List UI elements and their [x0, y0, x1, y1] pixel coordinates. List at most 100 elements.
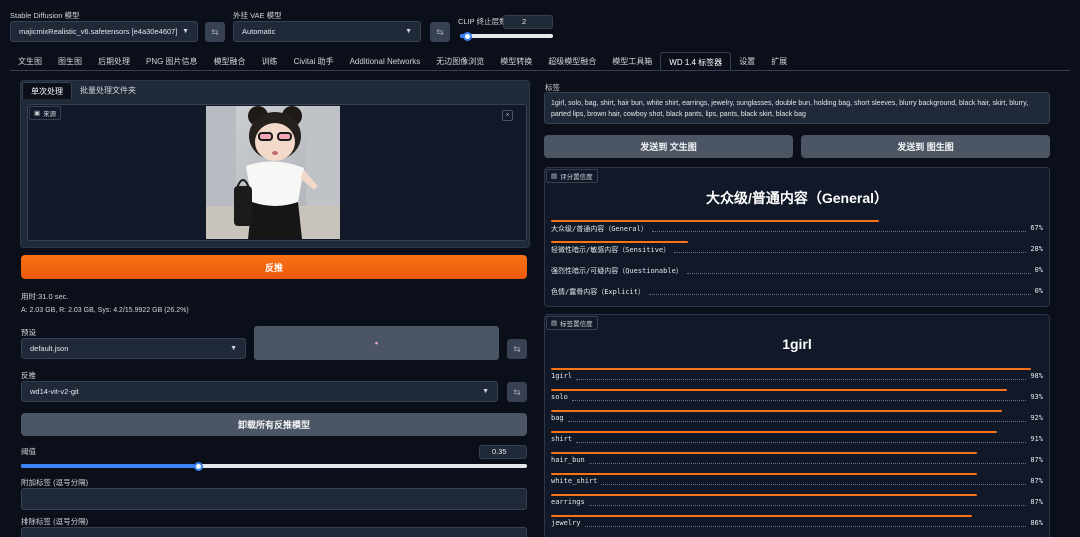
interrogator-value: wd14-vit-v2-git	[30, 387, 79, 396]
source-image	[206, 106, 340, 239]
save-preset-button[interactable]: ▪	[254, 326, 499, 360]
exclude-tags-input[interactable]	[21, 527, 527, 537]
rating-percent: 0%	[1034, 266, 1043, 274]
tag-name: jewelry	[551, 519, 581, 527]
tag-leader	[601, 484, 1026, 485]
threshold-slider-thumb[interactable]	[193, 461, 203, 471]
tag-name: solo	[551, 393, 568, 401]
tag-confidence-bar	[551, 368, 1032, 370]
tag-leader	[568, 421, 1026, 422]
refresh-preset-button[interactable]: ⇆	[507, 339, 527, 359]
tag-percent: 87%	[1030, 456, 1043, 464]
clip-input[interactable]: 2	[503, 15, 553, 29]
tab-0[interactable]: 文生图	[10, 52, 50, 71]
rating-row: 轻微性暗示/敏感内容（Sensitive） 28%	[551, 241, 1043, 255]
rating-confidence-bar	[551, 220, 880, 222]
send-to-img2img-button[interactable]: 发送到 图生图	[801, 135, 1050, 158]
tag-percent: 87%	[1030, 477, 1043, 485]
save-icon: ▪	[374, 338, 379, 348]
refresh-vae-button[interactable]: ⇆	[430, 22, 450, 42]
clip-slider-track[interactable]	[460, 34, 553, 38]
tag-confidence-bar	[551, 431, 997, 433]
threshold-label: 阈值	[21, 447, 36, 456]
tag-leader	[589, 463, 1026, 464]
rating-row: 色情/露骨内容（Explicit） 0%	[551, 283, 1043, 297]
rating-badge: ▤ 评分置信度	[546, 169, 598, 183]
sd-model-label: Stable Diffusion 模型	[10, 11, 80, 20]
tab-11[interactable]: 模型工具箱	[604, 52, 660, 71]
tag-confidence-bar	[551, 494, 978, 496]
sd-model-value: majicmixRealistic_v6.safetensors [e4a30e…	[19, 27, 178, 36]
tag-badge-label: 标签置信度	[560, 321, 593, 328]
page-scrollbar[interactable]	[1070, 0, 1080, 537]
rating-badge-label: 评分置信度	[560, 174, 593, 181]
tab-12[interactable]: WD 1.4 标签器	[660, 52, 732, 71]
tag-name: 1girl	[551, 372, 573, 380]
tab-14[interactable]: 扩展	[763, 52, 795, 71]
source-label: 来源	[43, 111, 57, 118]
tab-8[interactable]: 无边图像浏览	[428, 52, 492, 71]
additional-tags-input[interactable]	[21, 488, 527, 510]
vae-label: 外挂 VAE 模型	[233, 11, 282, 20]
tag-percent: 93%	[1030, 393, 1043, 401]
rating-confidence-bar	[551, 241, 689, 243]
threshold-input[interactable]: 0.35	[479, 445, 527, 459]
tag-leader	[576, 442, 1026, 443]
refresh-icon: ⇆	[211, 26, 219, 37]
tag-row: white_shirt 87%	[551, 473, 1043, 487]
tag-row: bag 92%	[551, 410, 1043, 424]
vae-select[interactable]: Automatic ▼	[233, 21, 421, 42]
tags-output[interactable]: 1girl, solo, bag, shirt, hair bun, white…	[544, 92, 1050, 124]
preset-label: 预设	[21, 328, 36, 337]
exclude-tags-label: 排除标签 (逗号分隔)	[21, 517, 89, 526]
interrogator-select[interactable]: wd14-vit-v2-git ▼	[21, 381, 498, 402]
tab-7[interactable]: Additional Networks	[342, 52, 429, 71]
tab-10[interactable]: 超级模型融合	[540, 52, 604, 71]
tag-leader	[576, 379, 1026, 380]
rating-leader	[687, 273, 1031, 274]
clip-slider-thumb[interactable]	[462, 31, 472, 41]
interrogate-button[interactable]: 反推	[21, 255, 527, 279]
tab-5[interactable]: 训练	[254, 52, 286, 71]
rating-name: 大众级/普通内容（General）	[551, 225, 648, 233]
tag-row: earrings 87%	[551, 494, 1043, 508]
rating-name: 强烈性暗示/可疑内容（Questionable）	[551, 267, 683, 275]
tag-name: hair_bun	[551, 456, 585, 464]
tab-divider	[10, 70, 1070, 71]
sd-model-select[interactable]: majicmixRealistic_v6.safetensors [e4a30e…	[10, 21, 198, 42]
tag-confidence-bar	[551, 515, 973, 517]
memory-text: A: 2.03 GB, R: 2.03 GB, Sys: 4.2/15.9922…	[21, 307, 189, 314]
rating-leader	[652, 231, 1026, 232]
close-icon[interactable]: ×	[502, 110, 513, 121]
tab-9[interactable]: 模型转换	[492, 52, 540, 71]
unload-models-button[interactable]: 卸载所有反推模型	[21, 413, 527, 436]
tab-13[interactable]: 设置	[731, 52, 763, 71]
rating-title: 大众级/普通内容（General）	[705, 190, 889, 206]
preset-select[interactable]: default.json ▼	[21, 338, 246, 359]
send-to-txt2img-button[interactable]: 发送到 文生图	[544, 135, 793, 158]
tab-batch-folder[interactable]: 批量处理文件夹	[72, 82, 144, 99]
clip-label: CLIP 终止层数	[458, 17, 507, 26]
rating-row: 大众级/普通内容（General） 67%	[551, 220, 1043, 234]
tab-3[interactable]: PNG 图片信息	[138, 52, 206, 71]
refresh-models-button[interactable]: ⇆	[205, 22, 225, 42]
tag-confidence-bar	[551, 473, 978, 475]
refresh-interrogator-button[interactable]: ⇆	[507, 382, 527, 402]
rating-leader	[674, 252, 1026, 253]
tab-2[interactable]: 后期处理	[90, 52, 138, 71]
interrogator-label: 反推	[21, 371, 36, 380]
tag-row: shirt 91%	[551, 431, 1043, 445]
tab-6[interactable]: Civitai 助手	[286, 52, 342, 71]
chevron-down-icon: ▼	[482, 388, 489, 395]
tab-1[interactable]: 图生图	[50, 52, 90, 71]
refresh-icon: ⇆	[513, 386, 521, 397]
tab-4[interactable]: 模型融合	[206, 52, 254, 71]
refresh-icon: ⇆	[513, 343, 521, 354]
tag-name: earrings	[551, 498, 585, 506]
tag-row: 1girl 98%	[551, 368, 1043, 382]
preset-value: default.json	[30, 344, 69, 353]
tag-title: 1girl	[782, 336, 812, 352]
tag-badge: ▤ 标签置信度	[546, 316, 598, 330]
additional-tags-label: 附加标签 (逗号分隔)	[21, 478, 89, 487]
tab-single-process[interactable]: 单次处理	[22, 82, 72, 99]
